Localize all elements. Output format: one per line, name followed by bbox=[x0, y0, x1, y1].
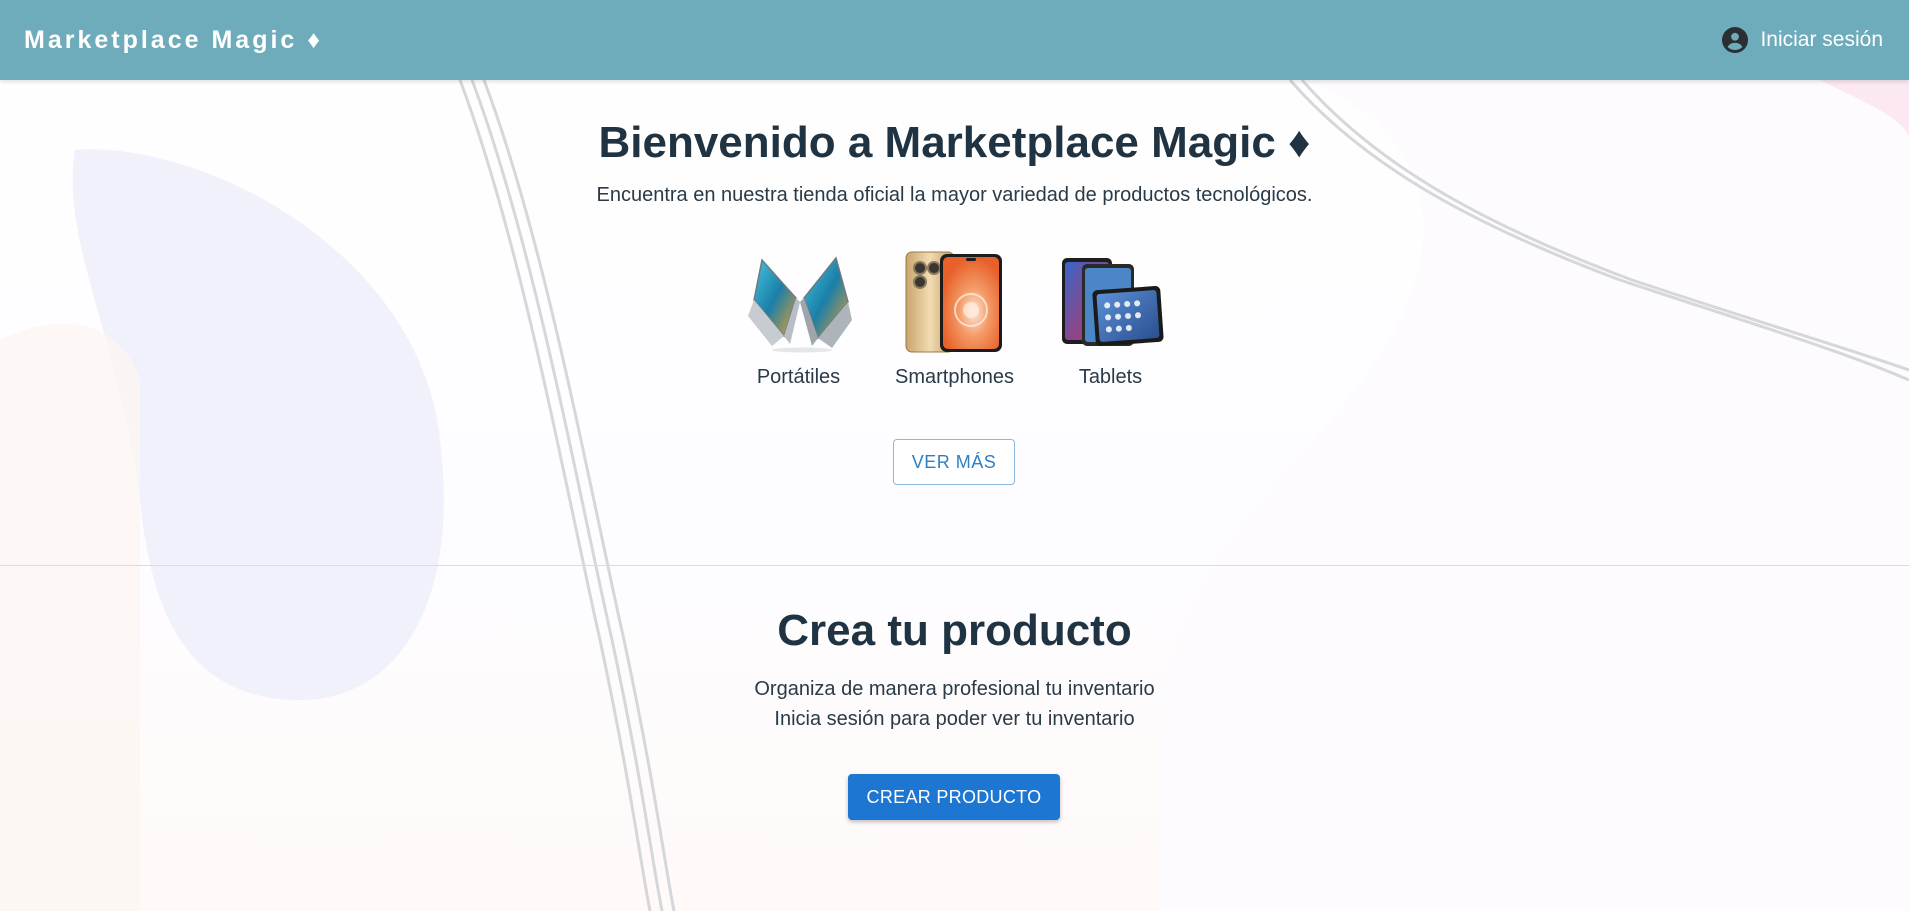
create-description: Organiza de manera profesional tu invent… bbox=[754, 678, 1155, 700]
create-product-section: Crea tu producto Organiza de manera prof… bbox=[0, 566, 1909, 911]
laptops-image bbox=[747, 256, 852, 353]
category-smartphones[interactable]: Smartphones bbox=[895, 250, 1015, 389]
tablets-image bbox=[1061, 258, 1164, 346]
category-tablets[interactable]: Tablets bbox=[1051, 250, 1171, 389]
category-label: Tablets bbox=[1078, 366, 1143, 388]
category-list: Portátiles Smartphones Tablets bbox=[0, 250, 1909, 389]
main-content: Bienvenido a Marketplace Magic ♦ Encuent… bbox=[0, 80, 1909, 911]
create-product-button[interactable]: CREAR PRODUCTO bbox=[848, 774, 1060, 820]
hero-title: Bienvenido a Marketplace Magic ♦ bbox=[598, 118, 1311, 167]
category-laptops[interactable]: Portátiles bbox=[739, 250, 859, 389]
create-title: Crea tu producto bbox=[777, 606, 1132, 655]
category-label: Smartphones bbox=[895, 366, 1014, 388]
login-hint: Inicia sesión para poder ver tu inventar… bbox=[774, 708, 1135, 730]
page: Marketplace Magic ♦ Iniciar sesión Bienv… bbox=[0, 0, 1909, 911]
login-label: Iniciar sesión bbox=[1760, 28, 1883, 51]
smartphones-image bbox=[905, 251, 1002, 353]
brand-logo[interactable]: Marketplace Magic ♦ bbox=[24, 26, 323, 55]
see-more-button[interactable]: VER MÁS bbox=[893, 439, 1015, 485]
app-bar: Marketplace Magic ♦ Iniciar sesión bbox=[0, 0, 1909, 80]
category-label: Portátiles bbox=[756, 366, 841, 388]
hero-subtitle: Encuentra en nuestra tienda oficial la m… bbox=[596, 184, 1313, 206]
login-button[interactable]: Iniciar sesión bbox=[1722, 27, 1883, 53]
hero-section: Bienvenido a Marketplace Magic ♦ Encuent… bbox=[0, 80, 1909, 565]
account-circle-icon bbox=[1722, 27, 1749, 53]
